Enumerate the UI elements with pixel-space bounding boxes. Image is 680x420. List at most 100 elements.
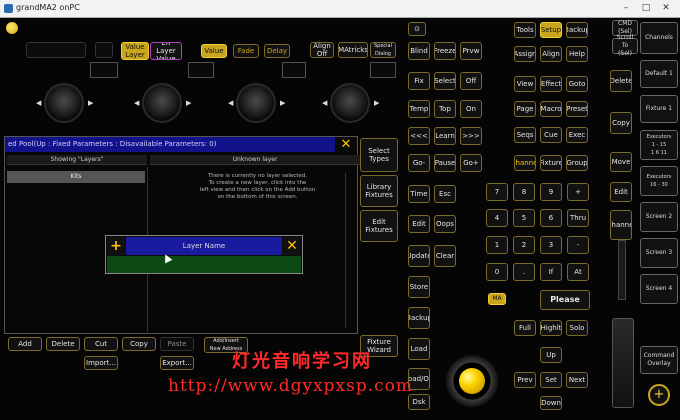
please-button[interactable]: Please — [540, 290, 590, 310]
view-button[interactable]: View — [514, 76, 536, 92]
go-minus-button[interactable]: Go- — [408, 154, 430, 172]
help-button[interactable]: Help — [566, 46, 588, 62]
default-1-button[interactable]: Default 1 — [640, 60, 678, 88]
esc-button[interactable]: Esc — [434, 185, 456, 203]
channel-button[interactable]: Channel — [514, 155, 536, 171]
blind-button[interactable]: Blind — [408, 42, 430, 60]
export-button[interactable]: Export... — [160, 356, 194, 370]
paste-button[interactable]: Paste — [160, 337, 194, 351]
master-fader[interactable] — [618, 240, 626, 300]
add-button[interactable]: Add — [8, 337, 42, 351]
up-button[interactable]: Up — [540, 347, 562, 363]
prev-button[interactable]: Prev — [514, 372, 536, 388]
numpad-minus[interactable]: - — [567, 236, 589, 254]
numpad-if[interactable]: If — [540, 263, 562, 281]
edit-button[interactable]: Edit — [408, 215, 430, 233]
edit-fixtures-tab[interactable]: Edit Fixtures — [360, 210, 398, 242]
select-types-tab[interactable]: Select Types — [360, 138, 398, 172]
prvw-button[interactable]: Prvw — [460, 42, 482, 60]
numpad-dot[interactable]: . — [513, 263, 535, 281]
update-button[interactable]: Update — [408, 245, 430, 267]
solo-button[interactable]: Solo — [566, 320, 588, 336]
preset-button[interactable]: Preset — [566, 101, 588, 117]
setup-button[interactable]: Setup — [540, 22, 562, 38]
full-button[interactable]: Full — [514, 320, 536, 336]
down-button[interactable]: Down — [540, 396, 562, 410]
screen-4-button[interactable]: Screen 4 — [640, 274, 678, 304]
go-plus-button[interactable]: Go+ — [460, 154, 482, 172]
temp-button[interactable]: Temp — [408, 100, 430, 118]
value-layer-button[interactable]: Value Layer — [121, 42, 149, 60]
delete-button[interactable]: Delete — [46, 337, 80, 351]
backup-top-button[interactable]: Backup — [566, 22, 588, 38]
import-button[interactable]: Import... — [84, 356, 118, 370]
forward-button[interactable]: >>> — [460, 127, 482, 145]
backup-button[interactable]: Backup — [408, 307, 430, 329]
rewind-button[interactable]: <<< — [408, 127, 430, 145]
group-button[interactable]: Group — [566, 155, 588, 171]
numpad-at[interactable]: At — [567, 263, 589, 281]
copy-key-button[interactable]: Copy — [610, 112, 632, 134]
oops-button[interactable]: Oops — [434, 215, 456, 233]
fix-button[interactable]: Fix — [408, 72, 430, 90]
numpad-4[interactable]: 4 — [486, 209, 508, 227]
top-button[interactable]: Top — [434, 100, 456, 118]
top-display-2[interactable] — [95, 42, 113, 58]
numpad-3[interactable]: 3 — [540, 236, 562, 254]
tools-button[interactable]: Tools — [514, 22, 536, 38]
add-view-icon[interactable]: + — [648, 384, 670, 406]
store-button[interactable]: Store — [408, 276, 430, 298]
numpad-1[interactable]: 1 — [486, 236, 508, 254]
maximize-button[interactable]: □ — [638, 2, 654, 14]
screen-3-button[interactable]: Screen 3 — [640, 238, 678, 268]
on-button[interactable]: On — [460, 100, 482, 118]
cut-button[interactable]: Cut — [84, 337, 118, 351]
close-icon[interactable]: ✕ — [335, 137, 357, 152]
clear-button[interactable]: Clear — [434, 245, 456, 267]
encoder-1[interactable]: ◀ ▶ — [36, 83, 93, 123]
numpad-plus[interactable]: + — [567, 183, 589, 201]
grand-master-fader[interactable] — [612, 318, 634, 408]
move-key-button[interactable]: Move — [610, 152, 632, 172]
align-key-button[interactable]: Align — [540, 46, 562, 62]
load-button[interactable]: Load — [408, 338, 430, 360]
edit-key-button[interactable]: Edit — [610, 182, 632, 202]
time-button[interactable]: Time — [408, 185, 430, 203]
delay-button[interactable]: Delay — [264, 44, 290, 58]
goto-button[interactable]: Goto — [566, 76, 588, 92]
executors-16-30-button[interactable]: Executors 16 - 30 — [640, 166, 678, 196]
ma-button[interactable]: MA — [488, 293, 506, 305]
layer-row[interactable]: Kits — [7, 171, 145, 183]
numpad-9[interactable]: 9 — [540, 183, 562, 201]
encoder-4[interactable]: ◀ ▶ — [322, 83, 379, 123]
special-dialog-button[interactable]: Special Dialog — [370, 42, 396, 58]
numpad-thru[interactable]: Thru — [567, 209, 589, 227]
page-button[interactable]: Page — [514, 101, 536, 117]
select-button[interactable]: Select — [434, 72, 456, 90]
dsk-button[interactable]: Dsk — [408, 394, 430, 410]
exec-button[interactable]: Exec — [566, 127, 588, 143]
executors-1-15-button[interactable]: Executors 1 - 15 1 6 11 — [640, 130, 678, 160]
numpad-2[interactable]: 2 — [513, 236, 535, 254]
freeze-button[interactable]: Freeze — [434, 42, 456, 60]
highlt-button[interactable]: Highlt — [540, 320, 562, 336]
value-button[interactable]: Value — [201, 44, 227, 58]
numpad-0[interactable]: 0 — [486, 263, 508, 281]
seqs-button[interactable]: Seqs — [514, 127, 536, 143]
numpad-6[interactable]: 6 — [540, 209, 562, 227]
encoder-3[interactable]: ◀ ▶ — [228, 83, 285, 123]
close-window-button[interactable]: ✕ — [658, 2, 674, 14]
trackball[interactable] — [446, 355, 498, 407]
scroll-to-sel-button[interactable]: Scroll To (Sel) — [612, 34, 638, 57]
minimize-button[interactable]: – — [618, 2, 634, 14]
gear-icon[interactable]: ⊙ — [408, 22, 426, 36]
library-fixtures-tab[interactable]: Library Fixtures — [360, 175, 398, 207]
next-button[interactable]: Next — [566, 372, 588, 388]
macro-button[interactable]: Macro — [540, 101, 562, 117]
copy-button[interactable]: Copy — [122, 337, 156, 351]
cue-button[interactable]: Cue — [540, 127, 562, 143]
pause-button[interactable]: Pause — [434, 154, 456, 172]
assign-button[interactable]: Assign — [514, 46, 536, 62]
delete-key-button[interactable]: Delete — [610, 70, 632, 92]
numpad-5[interactable]: 5 — [513, 209, 535, 227]
